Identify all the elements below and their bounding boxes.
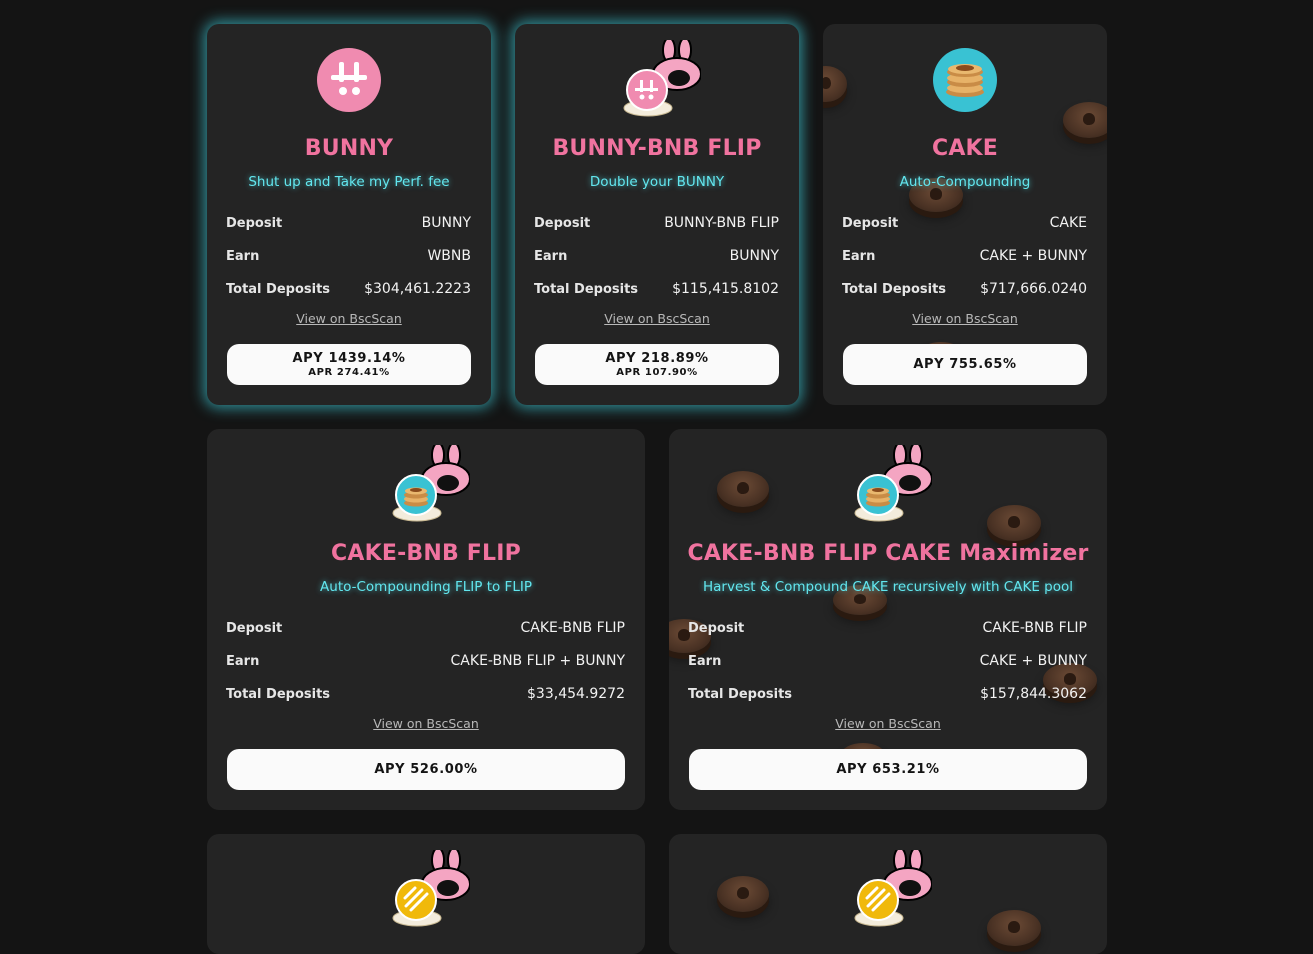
pool-card-bunny-bnb-flip: BUNNY-BNB FLIP Double your BUNNY Deposit… <box>515 24 799 405</box>
total-deposits-value: $304,461.2223 <box>364 281 471 297</box>
apy-value: APY 1439.14% <box>292 351 406 366</box>
pool-title: CAKE-BNB FLIP CAKE Maximizer <box>687 541 1089 566</box>
apy-value: APY 218.89% <box>605 351 709 366</box>
bunny-bnb-flip-icon <box>617 40 701 120</box>
apy-value: APY 526.00% <box>374 762 478 777</box>
pool-card-cake-bnb-flip: CAKE-BNB FLIP Auto-Compounding FLIP to F… <box>207 429 645 810</box>
earn-value: CAKE-BNB FLIP + BUNNY <box>450 653 625 669</box>
earn-value: WBNB <box>427 248 471 264</box>
deposit-row: Deposit CAKE-BNB FLIP <box>226 618 625 638</box>
total-deposits-label: Total Deposits <box>226 686 331 702</box>
total-deposits-value: $33,454.9272 <box>527 686 625 702</box>
deposit-row: Deposit BUNNY-BNB FLIP <box>534 213 779 233</box>
cake-bnb-flip-icon <box>848 445 932 525</box>
earn-value: BUNNY <box>729 248 779 264</box>
total-deposits-row: Total Deposits $157,844.3062 <box>688 684 1087 704</box>
pool-title: BUNNY <box>304 136 394 161</box>
apy-button[interactable]: APY 653.21% <box>689 749 1087 790</box>
deposit-row: Deposit CAKE <box>842 213 1087 233</box>
apy-button[interactable]: APY 526.00% <box>227 749 625 790</box>
apy-button[interactable]: APY 1439.14% APR 274.41% <box>227 344 471 385</box>
pool-card-partial-left <box>207 834 645 954</box>
total-deposits-row: Total Deposits $115,415.8102 <box>534 279 779 299</box>
cake-bnb-flip-icon <box>386 445 470 525</box>
view-on-bscscan-link[interactable]: View on BscScan <box>207 716 645 731</box>
total-deposits-row: Total Deposits $717,666.0240 <box>842 279 1087 299</box>
view-on-bscscan-link[interactable]: View on BscScan <box>669 716 1107 731</box>
pool-card-partial-right <box>669 834 1107 954</box>
earn-row: Earn WBNB <box>226 246 471 266</box>
earn-row: Earn CAKE + BUNNY <box>688 651 1087 671</box>
earn-row: Earn CAKE + BUNNY <box>842 246 1087 266</box>
deposit-value: CAKE <box>1049 215 1087 231</box>
pool-subtitle: Harvest & Compound CAKE recursively with… <box>703 579 1073 595</box>
pool-title: CAKE <box>931 136 999 161</box>
apr-value: APR 107.90% <box>616 367 698 378</box>
total-deposits-label: Total Deposits <box>534 281 639 297</box>
total-deposits-value: $717,666.0240 <box>980 281 1087 297</box>
deposit-label: Deposit <box>226 620 283 636</box>
deposit-value: BUNNY <box>421 215 471 231</box>
deposit-label: Deposit <box>688 620 745 636</box>
cake-token-icon <box>925 48 1005 120</box>
view-on-bscscan-link[interactable]: View on BscScan <box>823 311 1107 326</box>
total-deposits-value: $115,415.8102 <box>672 281 779 297</box>
deposit-label: Deposit <box>226 215 283 231</box>
view-on-bscscan-link[interactable]: View on BscScan <box>207 311 491 326</box>
apy-value: APY 755.65% <box>913 357 1017 372</box>
total-deposits-label: Total Deposits <box>226 281 331 297</box>
busd-flip-icon <box>848 850 932 930</box>
apy-button[interactable]: APY 755.65% <box>843 344 1087 385</box>
earn-label: Earn <box>534 248 568 264</box>
bunny-token-icon <box>309 48 389 120</box>
earn-label: Earn <box>688 653 722 669</box>
deposit-label: Deposit <box>534 215 591 231</box>
deposit-label: Deposit <box>842 215 899 231</box>
total-deposits-label: Total Deposits <box>688 686 793 702</box>
total-deposits-row: Total Deposits $33,454.9272 <box>226 684 625 704</box>
pool-subtitle: Double your BUNNY <box>589 174 725 190</box>
earn-row: Earn BUNNY <box>534 246 779 266</box>
total-deposits-row: Total Deposits $304,461.2223 <box>226 279 471 299</box>
earn-value: CAKE + BUNNY <box>979 653 1087 669</box>
earn-value: CAKE + BUNNY <box>979 248 1087 264</box>
pool-card-cake-maximizer: CAKE-BNB FLIP CAKE Maximizer Harvest & C… <box>669 429 1107 810</box>
pool-card-cake: CAKE Auto-Compounding Deposit CAKE Earn … <box>823 24 1107 405</box>
pool-card-bunny: BUNNY Shut up and Take my Perf. fee Depo… <box>207 24 491 405</box>
pool-title: BUNNY-BNB FLIP <box>552 136 762 161</box>
deposit-value: CAKE-BNB FLIP <box>520 620 626 636</box>
apy-button[interactable]: APY 218.89% APR 107.90% <box>535 344 779 385</box>
earn-label: Earn <box>842 248 876 264</box>
view-on-bscscan-link[interactable]: View on BscScan <box>515 311 799 326</box>
pool-subtitle: Auto-Compounding FLIP to FLIP <box>320 579 532 595</box>
apr-value: APR 274.41% <box>308 367 390 378</box>
total-deposits-label: Total Deposits <box>842 281 947 297</box>
deposit-value: BUNNY-BNB FLIP <box>664 215 779 231</box>
pool-subtitle: Auto-Compounding <box>899 174 1031 190</box>
earn-label: Earn <box>226 248 260 264</box>
deposit-row: Deposit CAKE-BNB FLIP <box>688 618 1087 638</box>
deposit-value: CAKE-BNB FLIP <box>982 620 1088 636</box>
apy-value: APY 653.21% <box>836 762 940 777</box>
deposit-row: Deposit BUNNY <box>226 213 471 233</box>
earn-row: Earn CAKE-BNB FLIP + BUNNY <box>226 651 625 671</box>
pool-title: CAKE-BNB FLIP <box>331 541 521 566</box>
total-deposits-value: $157,844.3062 <box>980 686 1087 702</box>
busd-flip-icon <box>386 850 470 930</box>
earn-label: Earn <box>226 653 260 669</box>
pool-subtitle: Shut up and Take my Perf. fee <box>248 174 450 190</box>
